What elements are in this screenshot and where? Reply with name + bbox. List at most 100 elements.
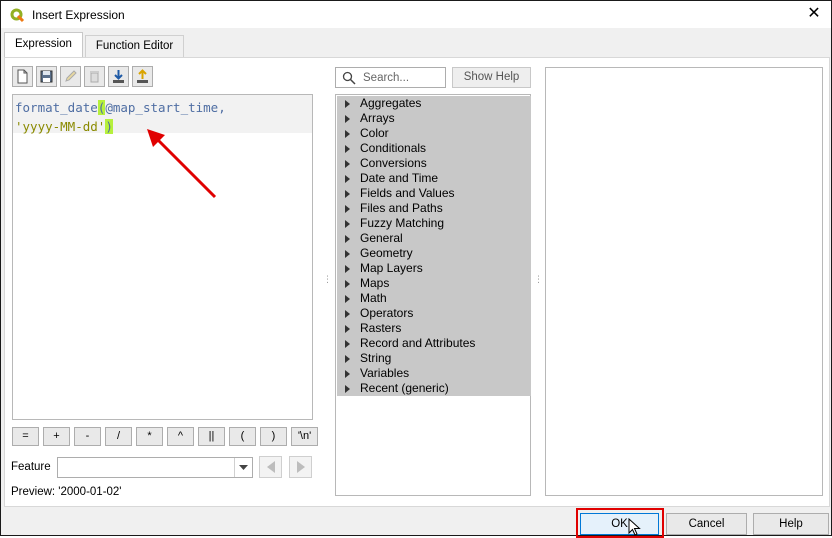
expand-arrow-icon[interactable] [345,219,350,228]
tree-item-maps[interactable]: Maps [337,276,531,291]
close-icon[interactable]: ✕ [805,5,823,23]
ok-button[interactable]: OK [580,513,659,535]
tree-item-fuzzy-matching[interactable]: Fuzzy Matching [337,216,531,231]
operator-button-equals[interactable]: = [12,427,39,446]
expand-arrow-icon[interactable] [345,369,350,378]
tree-item-recent-generic[interactable]: Recent (generic) [337,381,531,396]
tree-item-date-and-time[interactable]: Date and Time [337,171,531,186]
save-icon [40,70,53,83]
tree-item-label: General [360,231,403,245]
tree-item-label: Fuzzy Matching [360,216,445,230]
delete-icon [90,71,99,83]
expand-arrow-icon[interactable] [345,309,350,318]
edit-button[interactable] [60,66,81,87]
feature-label: Feature [11,461,51,473]
qgis-logo-icon [10,8,25,22]
expand-arrow-icon[interactable] [345,159,350,168]
next-feature-button[interactable] [289,456,312,478]
operator-button-divide[interactable]: / [105,427,132,446]
tree-item-label: Variables [360,366,410,380]
tree-item-map-layers[interactable]: Map Layers [337,261,531,276]
tree-item-arrays[interactable]: Arrays [337,111,531,126]
tree-item-variables[interactable]: Variables [337,366,531,381]
operator-button-newline[interactable]: '\n' [291,427,318,446]
variable-token: @map_start_time, [105,100,226,115]
expand-arrow-icon[interactable] [345,264,350,273]
tree-item-color[interactable]: Color [337,126,531,141]
tree-item-geometry[interactable]: Geometry [337,246,531,261]
operator-button-minus[interactable]: - [74,427,101,446]
expand-arrow-icon[interactable] [345,189,350,198]
tree-item-label: Maps [360,276,390,290]
expand-arrow-icon[interactable] [345,174,350,183]
expand-arrow-icon[interactable] [345,339,350,348]
show-help-button[interactable]: Show Help [452,67,531,88]
tree-item-math[interactable]: Math [337,291,531,306]
tree-item-rasters[interactable]: Rasters [337,321,531,336]
expand-arrow-icon[interactable] [345,129,350,138]
tab-expression[interactable]: Expression [4,32,83,58]
new-file-button[interactable] [12,66,33,87]
expand-arrow-icon[interactable] [345,204,350,213]
import-icon [113,70,124,83]
expand-arrow-icon[interactable] [345,249,350,258]
operator-button-multiply[interactable]: * [136,427,163,446]
previous-feature-button[interactable] [259,456,282,478]
preview-text: Preview: '2000-01-02' [11,486,122,498]
code-line-1: format_date(@map_start_time, [15,98,310,117]
help-button[interactable]: Help [753,513,829,535]
tree-item-label: Fields and Values [360,186,455,200]
tree-item-aggregates[interactable]: Aggregates [337,96,531,111]
expand-arrow-icon[interactable] [345,114,350,123]
insert-expression-dialog: Insert Expression ✕ Expression Function … [0,0,832,538]
tree-item-label: Geometry [360,246,413,260]
expand-arrow-icon[interactable] [345,144,350,153]
operator-button-plus[interactable]: + [43,427,70,446]
tree-item-label: String [360,351,392,365]
expand-arrow-icon[interactable] [345,234,350,243]
cancel-button[interactable]: Cancel [666,513,747,535]
tree-item-label: Conversions [360,156,427,170]
export-icon [137,69,148,83]
window-title: Insert Expression [32,7,125,22]
expand-arrow-icon[interactable] [345,99,350,108]
mouse-cursor-icon [628,518,641,536]
tree-item-general[interactable]: General [337,231,531,246]
function-group-list: Aggregates Arrays Color Conditionals Convers… [337,96,531,396]
tree-item-label: Date and Time [360,171,439,185]
chevron-down-icon[interactable] [234,458,252,477]
tree-item-files-and-paths[interactable]: Files and Paths [337,201,531,216]
tree-item-label: Recent (generic) [360,381,449,395]
tab-function-editor[interactable]: Function Editor [84,35,185,57]
operator-button-concat[interactable]: || [198,427,225,446]
tab-bar: Expression Function Editor [4,32,186,58]
tree-item-label: Aggregates [360,96,422,110]
tree-item-conditionals[interactable]: Conditionals [337,141,531,156]
expand-arrow-icon[interactable] [345,279,350,288]
expand-arrow-icon[interactable] [345,354,350,363]
help-panel [545,67,823,496]
close-paren-token: ) [105,119,113,134]
save-button[interactable] [36,66,57,87]
tree-item-string[interactable]: String [337,351,531,366]
tree-item-conversions[interactable]: Conversions [337,156,531,171]
expand-arrow-icon[interactable] [345,324,350,333]
expand-arrow-icon[interactable] [345,294,350,303]
feature-combobox[interactable] [57,457,253,478]
tree-item-label: Rasters [360,321,402,335]
operator-button-power[interactable]: ^ [167,427,194,446]
operator-button-open-paren[interactable]: ( [229,427,256,446]
splitter-handle-right[interactable]: ⋮ [534,275,543,288]
import-button[interactable] [108,66,129,87]
search-input[interactable]: Search... [335,67,446,88]
tree-item-operators[interactable]: Operators [337,306,531,321]
new-file-icon [17,69,28,84]
tree-item-fields-and-values[interactable]: Fields and Values [337,186,531,201]
tree-item-label: Operators [360,306,414,320]
splitter-handle-left[interactable]: ⋮ [323,275,332,288]
delete-button[interactable] [84,66,105,87]
tree-item-record-and-attributes[interactable]: Record and Attributes [337,336,531,351]
expand-arrow-icon[interactable] [345,384,350,393]
operator-button-close-paren[interactable]: ) [260,427,287,446]
export-button[interactable] [132,66,153,87]
